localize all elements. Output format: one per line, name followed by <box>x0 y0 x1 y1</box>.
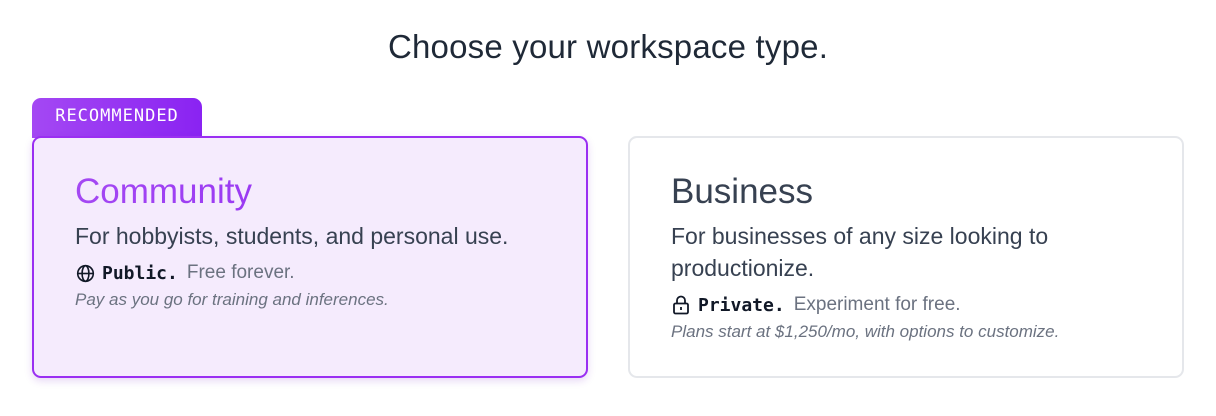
community-description: For hobbyists, students, and personal us… <box>75 223 509 249</box>
community-option-card[interactable]: Community For hobbyists, students, and p… <box>32 136 588 378</box>
business-access-line: Private. Experiment for free. <box>671 294 1142 316</box>
lock-icon <box>671 295 691 315</box>
business-access-mode: Private. <box>698 294 785 316</box>
business-access-note: Experiment for free. <box>793 294 961 315</box>
business-title: Business <box>671 172 814 211</box>
workspace-type-page: Choose your workspace type. RECOMMENDED … <box>0 0 1216 416</box>
community-access-line: Public. Free forever. <box>75 262 546 284</box>
recommended-badge: RECOMMENDED <box>32 98 202 138</box>
community-access-mode: Public. <box>102 262 178 284</box>
community-access-note: Free forever. <box>186 262 295 283</box>
business-pricing-note: Plans start at $1,250/mo, with options t… <box>671 322 1060 341</box>
community-pricing-note: Pay as you go for training and inference… <box>75 290 389 309</box>
business-option-card[interactable]: Business For businesses of any size look… <box>628 136 1184 378</box>
globe-icon <box>75 263 95 283</box>
business-description: For businesses of any size looking to pr… <box>671 223 1049 281</box>
page-title: Choose your workspace type. <box>387 28 829 65</box>
community-title: Community <box>75 172 546 212</box>
